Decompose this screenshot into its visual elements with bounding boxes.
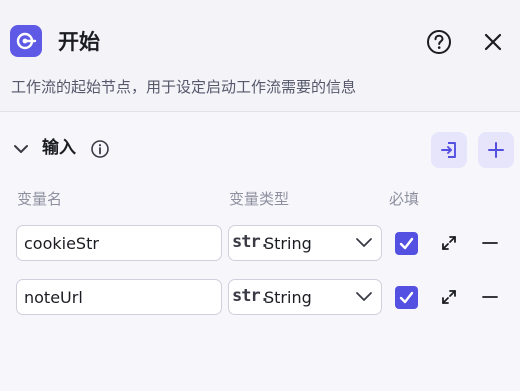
- input-section-title: 输入: [42, 138, 76, 158]
- required-checkbox[interactable]: [395, 232, 418, 255]
- import-button[interactable]: [431, 132, 467, 168]
- minus-icon[interactable]: [480, 233, 500, 253]
- required-checkbox[interactable]: [395, 286, 418, 309]
- info-circle-icon[interactable]: [90, 139, 110, 159]
- variable-type-label: String: [264, 234, 312, 253]
- column-header-required: 必填: [389, 190, 420, 208]
- variable-type-label: String: [264, 288, 312, 307]
- variable-row: str. String: [0, 279, 520, 317]
- node-description: 工作流的起始节点，用于设定启动工作流需要的信息: [11, 78, 357, 96]
- variable-type-select[interactable]: str. String: [228, 225, 382, 261]
- plus-icon: [488, 142, 504, 158]
- column-header-name: 变量名: [17, 190, 63, 208]
- chevron-down-icon: [356, 292, 372, 301]
- minus-icon[interactable]: [480, 287, 500, 307]
- checkmark-icon: [399, 291, 414, 304]
- chevron-down-icon: [356, 238, 372, 247]
- question-circle-icon[interactable]: [426, 29, 452, 55]
- start-node-icon: [10, 25, 42, 57]
- panel-header: 开始 工作流的起始节点，用于设定启动工作流需要的信息: [0, 0, 520, 112]
- chevron-down-icon[interactable]: [12, 140, 30, 158]
- variable-name-input[interactable]: [16, 225, 222, 261]
- close-icon[interactable]: [480, 29, 506, 55]
- add-variable-button[interactable]: [478, 132, 514, 168]
- expand-icon[interactable]: [439, 233, 459, 253]
- start-node-panel: 开始 工作流的起始节点，用于设定启动工作流需要的信息 输入 变量名 变量类型 必…: [0, 0, 520, 391]
- expand-icon[interactable]: [439, 287, 459, 307]
- variable-name-input[interactable]: [16, 279, 222, 315]
- column-header-type: 变量类型: [229, 190, 290, 208]
- variable-type-select[interactable]: str. String: [228, 279, 382, 315]
- checkmark-icon: [399, 237, 414, 250]
- variable-row: str. String: [0, 225, 520, 263]
- import-icon: [441, 142, 456, 158]
- page-title: 开始: [58, 30, 100, 54]
